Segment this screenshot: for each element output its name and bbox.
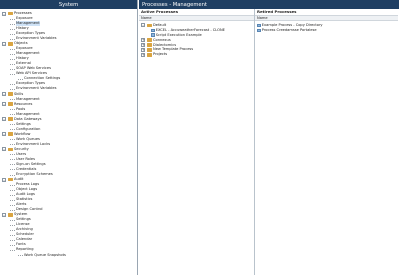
collapse-toggle-icon[interactable]: –: [2, 117, 6, 122]
folder-icon: [7, 132, 13, 137]
retired-process-row[interactable]: Process Creedamsse Portalese: [255, 28, 398, 33]
navigation-header: System: [0, 0, 137, 9]
active-processes-list: – Default EXCEL - AccuweatherForecast - CL…: [139, 21, 254, 57]
folder-icon: [7, 11, 13, 16]
tree-item-work-queue-snapshots[interactable]: Work Queue Snapshots: [0, 253, 137, 258]
process-group-row[interactable]: + Projects: [139, 52, 254, 57]
folder-icon: [146, 38, 152, 42]
expand-toggle-icon[interactable]: –: [141, 23, 145, 28]
tree-item-label: Work Queue Snapshots: [24, 252, 66, 257]
collapse-toggle-icon[interactable]: –: [2, 177, 6, 182]
active-processes-panel: Active Processes Name – Default EXCEL - Ac…: [139, 9, 255, 275]
folder-icon: [146, 52, 152, 57]
expand-toggle-icon[interactable]: +: [141, 38, 145, 43]
collapse-toggle-icon[interactable]: –: [2, 212, 6, 217]
folder-icon: [146, 48, 152, 52]
collapse-toggle-icon[interactable]: –: [2, 147, 6, 152]
collapse-toggle-icon[interactable]: –: [2, 92, 6, 97]
folder-icon: [7, 177, 13, 182]
process-icon: [151, 33, 155, 38]
folder-icon: [7, 41, 13, 46]
process-icon: [257, 23, 261, 28]
retired-processes-panel: Retired Processes Name Example Process -…: [255, 9, 398, 275]
retired-processes-list: Example Process - Copy Directory Process …: [255, 21, 398, 33]
expand-toggle-icon[interactable]: +: [141, 52, 145, 57]
navigation-title: System: [58, 1, 79, 8]
navigation-pane: System – Processes Exposure Management Histo…: [0, 0, 138, 275]
folder-icon: [7, 92, 13, 96]
page-title: Processes - Management: [142, 1, 207, 8]
process-name: Process Creedamsse Portalese: [261, 27, 317, 32]
expand-toggle-icon[interactable]: +: [141, 47, 145, 52]
content-header: Processes - Management: [139, 0, 399, 9]
navigation-tree: – Processes Exposure Management History Excep…: [0, 9, 137, 258]
folder-icon: [7, 147, 13, 152]
folder-icon: [146, 23, 152, 28]
process-panels: Active Processes Name – Default EXCEL - Ac…: [139, 9, 399, 275]
folder-icon: [7, 117, 13, 121]
collapse-toggle-icon[interactable]: –: [2, 11, 6, 16]
content-pane: Processes - Management Active Processes …: [139, 0, 399, 275]
folder-icon: [7, 212, 13, 217]
collapse-toggle-icon[interactable]: –: [2, 41, 6, 46]
process-icon: [257, 28, 261, 33]
process-icon: [151, 28, 155, 33]
folder-icon: [146, 43, 152, 47]
collapse-toggle-icon[interactable]: –: [2, 132, 6, 137]
collapse-toggle-icon[interactable]: –: [2, 102, 6, 107]
process-name: Projects: [153, 52, 168, 57]
expand-toggle-icon[interactable]: +: [141, 43, 145, 47]
folder-icon: [7, 102, 13, 106]
